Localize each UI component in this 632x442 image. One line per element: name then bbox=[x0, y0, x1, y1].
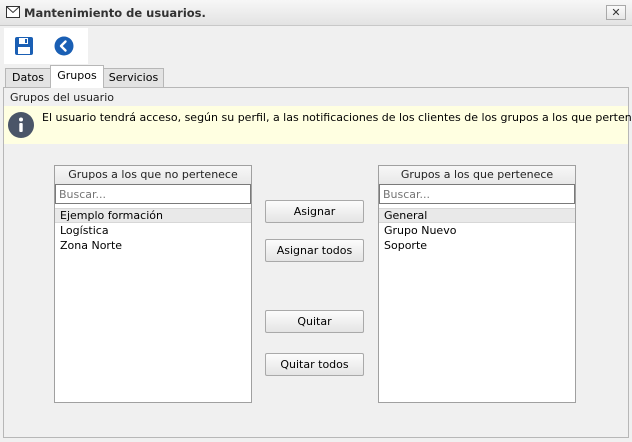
list-item[interactable]: Ejemplo formación bbox=[55, 208, 251, 223]
toolbar bbox=[4, 28, 88, 64]
back-icon[interactable] bbox=[54, 36, 74, 56]
info-icon bbox=[8, 112, 34, 138]
list-item[interactable]: Zona Norte bbox=[55, 238, 251, 253]
info-banner: El usuario tendrá acceso, según su perfi… bbox=[4, 106, 632, 144]
not-member-search-input[interactable] bbox=[55, 184, 251, 204]
remove-button[interactable]: Quitar bbox=[265, 310, 364, 333]
section-title: Grupos del usuario bbox=[10, 91, 114, 104]
mail-icon bbox=[6, 6, 20, 18]
tab-grupos[interactable]: Grupos bbox=[50, 65, 104, 88]
list-item[interactable]: Logística bbox=[55, 223, 251, 238]
title-bar: Mantenimiento de usuarios. ✕ bbox=[0, 0, 632, 26]
not-member-groups-header: Grupos a los que no pertenece bbox=[55, 166, 251, 185]
member-groups-panel: Grupos a los que pertenece General Grupo… bbox=[378, 165, 576, 403]
member-groups-list: General Grupo Nuevo Soporte bbox=[379, 208, 575, 253]
close-button[interactable]: ✕ bbox=[606, 5, 626, 20]
member-groups-header: Grupos a los que pertenece bbox=[379, 166, 575, 185]
member-search-input[interactable] bbox=[379, 184, 575, 204]
list-item[interactable]: Grupo Nuevo bbox=[379, 223, 575, 238]
tab-servicios[interactable]: Servicios bbox=[103, 68, 164, 87]
not-member-groups-panel: Grupos a los que no pertenece Ejemplo fo… bbox=[54, 165, 252, 403]
info-text: El usuario tendrá acceso, según su perfi… bbox=[42, 111, 632, 124]
window-title: Mantenimiento de usuarios. bbox=[24, 6, 206, 20]
list-item[interactable]: Soporte bbox=[379, 238, 575, 253]
remove-all-button[interactable]: Quitar todos bbox=[265, 353, 364, 376]
save-icon[interactable] bbox=[14, 36, 34, 56]
not-member-groups-list: Ejemplo formación Logística Zona Norte bbox=[55, 208, 251, 253]
assign-button[interactable]: Asignar bbox=[265, 200, 364, 223]
tab-datos[interactable]: Datos bbox=[5, 68, 51, 87]
list-item[interactable]: General bbox=[379, 208, 575, 223]
assign-all-button[interactable]: Asignar todos bbox=[265, 239, 364, 262]
